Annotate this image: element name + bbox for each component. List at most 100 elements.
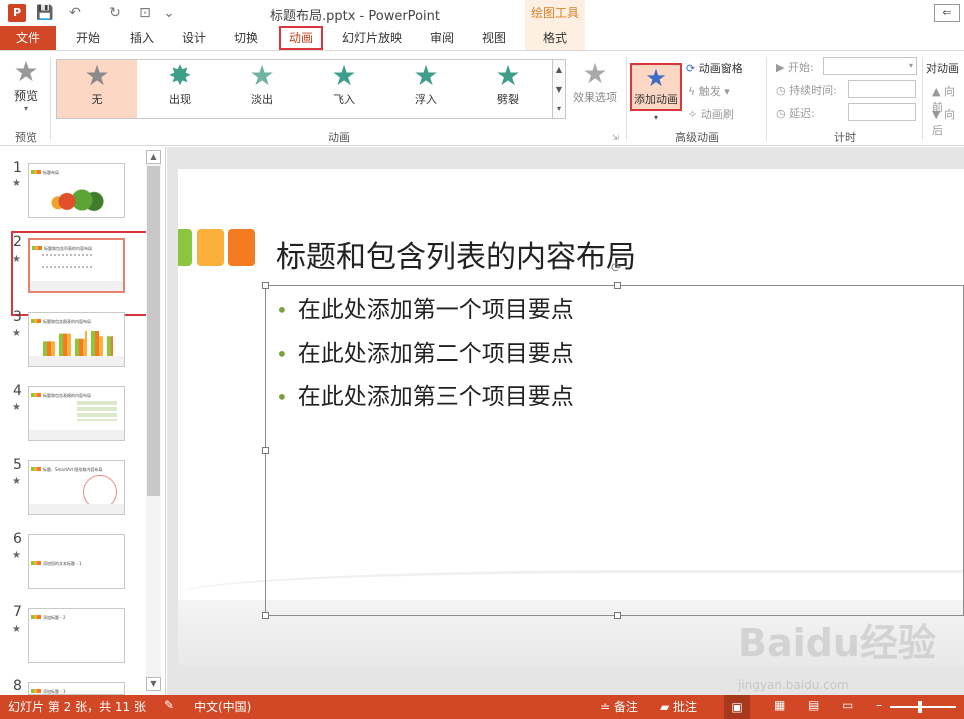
notes-label: 备注 bbox=[613, 700, 638, 714]
thumb-footer bbox=[29, 504, 124, 514]
gallery-item-label: 飞入 bbox=[333, 93, 355, 106]
slide-thumbnail-7[interactable]: 添加标题 - 2 bbox=[28, 608, 125, 663]
comment-icon: ▰ bbox=[660, 700, 674, 714]
star-icon: ★ bbox=[249, 59, 275, 92]
lightning-icon: ϟ bbox=[688, 85, 699, 98]
thumb-footer bbox=[29, 430, 124, 440]
gallery-more-icon[interactable]: ▾ bbox=[553, 100, 565, 118]
slide-title[interactable]: 标题和包含列表的内容布局 bbox=[276, 232, 636, 276]
preview-button[interactable]: ★ 预览 ▾ bbox=[6, 57, 46, 119]
start-slideshow-icon[interactable]: ⊡ bbox=[136, 4, 154, 22]
scroll-up-icon[interactable]: ▲ bbox=[146, 150, 161, 164]
delay-input[interactable] bbox=[848, 103, 916, 121]
delay-label-text: 延迟: bbox=[789, 107, 815, 120]
normal-view-button[interactable]: ▣ bbox=[724, 695, 750, 719]
tab-transitions[interactable]: 切换 bbox=[224, 26, 268, 50]
restore-window-button[interactable]: ⇐ bbox=[934, 4, 960, 22]
bullet-item[interactable]: • 在此处添加第二个项目要点 bbox=[276, 334, 574, 368]
comments-button[interactable]: ▰ 批注 bbox=[660, 698, 697, 715]
gallery-item-label: 淡出 bbox=[251, 93, 273, 106]
bullet-item[interactable]: • 在此处添加第一个项目要点 bbox=[276, 290, 574, 324]
slide-thumbnail-6[interactable]: 添加您的文本标题 - 1 bbox=[28, 534, 125, 589]
animation-pane-label: 动画窗格 bbox=[698, 62, 743, 75]
slide-thumbnail-1[interactable]: 标题布局 bbox=[28, 163, 125, 218]
advanced-animation-group-label: 高级动画 bbox=[675, 131, 719, 144]
scrollbar-thumb[interactable] bbox=[147, 166, 160, 496]
animation-pane-button[interactable]: ⟳ 动画窗格 bbox=[686, 60, 743, 76]
add-animation-button[interactable]: ★ 添加动画 bbox=[630, 63, 682, 111]
animation-star-icon: ★ bbox=[12, 328, 21, 339]
thumb-title: 添加您的文本标题 - 1 bbox=[43, 561, 82, 566]
resize-handle[interactable] bbox=[262, 447, 269, 454]
slide-count-status: 幻灯片 第 2 张，共 11 张 bbox=[8, 700, 146, 714]
chevron-down-icon[interactable]: ▾ bbox=[654, 113, 658, 122]
resize-handle[interactable] bbox=[614, 612, 621, 619]
thumb-deco bbox=[31, 615, 41, 619]
bullet-text: 在此处添加第一个项目要点 bbox=[297, 297, 574, 323]
status-bar: 幻灯片 第 2 张，共 11 张 ✎ 中文(中国) ≐ 备注 ▰ 批注 ▣ ▦ … bbox=[0, 695, 964, 719]
customize-toolbar-icon[interactable]: ⌄ bbox=[160, 4, 178, 22]
notes-button[interactable]: ≐ 备注 bbox=[600, 698, 638, 715]
thumb-number: 8 bbox=[13, 678, 22, 694]
dialog-launcher-icon[interactable]: ⇲ bbox=[612, 133, 619, 142]
zoom-out-icon[interactable]: – bbox=[876, 698, 882, 712]
scroll-down-icon[interactable]: ▼ bbox=[146, 677, 161, 691]
vegetables-image bbox=[49, 186, 109, 214]
gallery-item-float-in[interactable]: ★ 浮入 bbox=[386, 61, 466, 117]
tab-format[interactable]: 格式 bbox=[525, 26, 585, 50]
rotate-handle-icon[interactable]: ⟳ bbox=[611, 261, 622, 276]
resize-handle[interactable] bbox=[262, 282, 269, 289]
thumb-deco bbox=[31, 561, 41, 565]
animation-painter-label: 动画刷 bbox=[700, 108, 734, 121]
slide-thumbnail-8[interactable]: 添加标题 - 3 bbox=[28, 682, 125, 695]
gallery-item-label: 无 bbox=[91, 93, 103, 106]
start-select[interactable]: ▾ bbox=[823, 57, 917, 75]
bullet-item[interactable]: • 在此处添加第三个项目要点 bbox=[276, 377, 574, 411]
selected-thumbnail-highlight bbox=[11, 231, 151, 316]
slide-sorter-icon[interactable]: ▦ bbox=[774, 698, 785, 712]
gallery-item-split[interactable]: ★ 劈裂 bbox=[468, 61, 548, 117]
tab-file[interactable]: 文件 bbox=[0, 26, 56, 50]
save-icon[interactable]: 💾 bbox=[36, 4, 54, 22]
slideshow-view-icon[interactable]: ▭ bbox=[842, 698, 853, 712]
redo-icon[interactable]: ↻ bbox=[106, 4, 124, 22]
duration-input[interactable] bbox=[848, 80, 916, 98]
tab-design[interactable]: 设计 bbox=[172, 26, 216, 50]
add-animation-star-icon: ★ bbox=[645, 64, 667, 92]
zoom-slider[interactable] bbox=[890, 706, 956, 708]
slide-thumbnail-5[interactable]: 标题、SmartArt 图形和内容布局 bbox=[28, 460, 125, 515]
thumb-number: 7 bbox=[13, 604, 22, 620]
resize-handle[interactable] bbox=[614, 282, 621, 289]
slide-thumbnail-4[interactable]: 标题和包含表格的内容布局 bbox=[28, 386, 125, 441]
tab-insert[interactable]: 插入 bbox=[120, 26, 164, 50]
group-divider bbox=[766, 57, 767, 141]
gallery-down-icon[interactable]: ▼ bbox=[553, 80, 565, 100]
thumb-number: 5 bbox=[13, 457, 22, 473]
spellcheck-icon[interactable]: ✎ bbox=[164, 698, 174, 712]
animation-painter-button[interactable]: ✧ 动画刷 bbox=[688, 106, 734, 122]
gallery-item-fade[interactable]: ★ 淡出 bbox=[222, 61, 302, 117]
slide-thumbnail-3[interactable]: 标题和包含图表的内容布局 bbox=[28, 312, 125, 367]
delay-label: ◷ 延迟: bbox=[776, 105, 815, 121]
zoom-slider-thumb[interactable] bbox=[918, 701, 922, 713]
tab-slideshow[interactable]: 幻灯片放映 bbox=[334, 26, 410, 50]
effect-options-button[interactable]: ★ 效果选项 bbox=[568, 59, 622, 121]
reading-view-icon[interactable]: ▤ bbox=[808, 698, 819, 712]
tab-home[interactable]: 开始 bbox=[66, 26, 110, 50]
undo-icon[interactable]: ↶ bbox=[66, 4, 84, 22]
gallery-item-none[interactable]: ★ 无 bbox=[57, 61, 137, 117]
resize-handle[interactable] bbox=[262, 612, 269, 619]
tab-view[interactable]: 视图 bbox=[472, 26, 516, 50]
tab-review[interactable]: 审阅 bbox=[420, 26, 464, 50]
gallery-item-appear[interactable]: ✸ 出现 bbox=[140, 61, 220, 117]
gallery-scrollbar[interactable]: ▲ ▼ ▾ bbox=[552, 59, 566, 119]
gallery-item-fly-in[interactable]: ★ 飞入 bbox=[304, 61, 384, 117]
preview-star-icon: ★ bbox=[13, 55, 39, 88]
move-later-button[interactable]: ▼ 向后 bbox=[932, 106, 964, 138]
animation-pane-icon: ⟳ bbox=[686, 62, 699, 75]
tab-animations[interactable]: 动画 bbox=[279, 26, 323, 50]
gallery-up-icon[interactable]: ▲ bbox=[553, 60, 565, 80]
animation-group-label: 动画 bbox=[328, 131, 350, 144]
language-status[interactable]: 中文(中国) bbox=[194, 698, 251, 715]
trigger-button[interactable]: ϟ 触发 ▾ bbox=[688, 83, 730, 99]
